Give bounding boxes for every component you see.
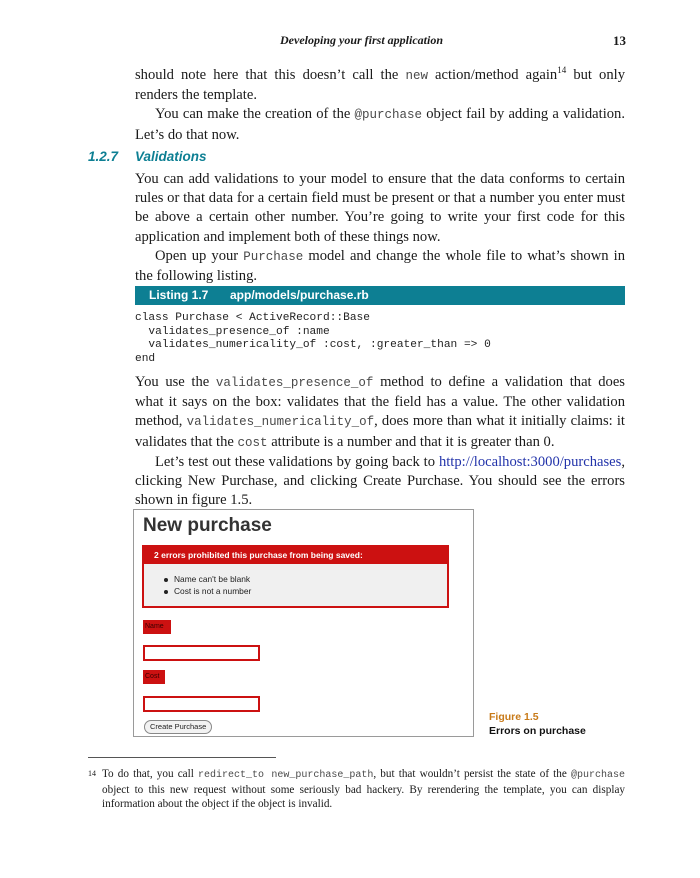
footnote: 14 To do that, you call redirect_to new_…	[88, 767, 625, 812]
paragraph-render-note: should note here that this doesn’t call …	[135, 65, 626, 104]
intro-paragraphs: should note here that this doesn’t call …	[135, 66, 625, 145]
section-heading: 1.2.7 Validations	[88, 148, 628, 168]
running-head-title: Developing your first application	[280, 33, 443, 47]
figure-caption: Figure 1.5 Errors on purchase	[489, 710, 586, 738]
error-explanation-box: 2 errors prohibited this purchase from b…	[142, 545, 449, 608]
name-input[interactable]	[143, 645, 260, 661]
footnote-mark: 14	[88, 769, 96, 778]
explanation-paragraphs: You use the validates_presence_of method…	[135, 373, 625, 510]
figure-caption-number: Figure 1.5	[489, 711, 539, 723]
inline-code-presence: validates_presence_of	[215, 376, 374, 390]
error-list: Name can't be blank Cost is not a number	[163, 573, 252, 597]
section-title: Validations	[135, 149, 207, 164]
figure-caption-text: Errors on purchase	[489, 725, 586, 737]
code-line: validates_numericality_of :cost, :greate…	[135, 339, 491, 352]
figure-screenshot: New purchase 2 errors prohibited this pu…	[133, 509, 474, 737]
code-line: end	[135, 352, 156, 365]
inline-code-purchase: @purchase	[354, 108, 423, 123]
footnote-ref: 14	[557, 65, 567, 76]
create-purchase-button[interactable]: Create Purchase	[144, 720, 213, 734]
inline-code-model: Purchase	[243, 249, 304, 264]
code-line: validates_presence_of :name	[135, 325, 330, 338]
paragraph-methods: You use the validates_presence_of method…	[135, 374, 625, 450]
inline-code-numericality: validates_numericality_of	[186, 415, 375, 430]
inline-code-redirect: redirect_to new_purchase_path	[198, 770, 374, 781]
listing-path: app/models/purchase.rb	[230, 288, 369, 302]
listing-caption-bar: Listing 1.7 app/models/purchase.rb	[135, 286, 625, 305]
name-label: Name	[143, 620, 171, 634]
page-number: 13	[613, 33, 626, 48]
purchases-link[interactable]: http://localhost:3000/purchases	[439, 454, 621, 470]
error-item: Cost is not a number	[163, 586, 252, 596]
error-item: Name can't be blank	[163, 574, 251, 584]
footnote-divider	[88, 757, 276, 758]
section-number: 1.2.7	[88, 149, 119, 164]
inline-code-new: new	[405, 69, 428, 83]
paragraph-test: Let’s test out these validations by goin…	[135, 453, 625, 509]
code-listing: class Purchase < ActiveRecord::Base vali…	[135, 312, 625, 366]
running-head: Developing your first application 13	[270, 33, 626, 51]
paragraph-open-model: Open up your Purchase model and change t…	[135, 247, 625, 285]
listing-label: Listing 1.7	[149, 288, 209, 302]
validations-paragraphs: You can add validations to your model to…	[135, 170, 625, 286]
error-header: 2 errors prohibited this purchase from b…	[144, 547, 447, 564]
figure-heading: New purchase	[143, 515, 272, 536]
paragraph-validations: You can add validations to your model to…	[135, 171, 625, 245]
cost-label: Cost	[143, 670, 165, 684]
code-line: class Purchase < ActiveRecord::Base	[135, 312, 370, 324]
inline-code-cost: cost	[237, 435, 268, 450]
paragraph-validation-intro: You can make the creation of the @purcha…	[135, 106, 626, 143]
footnote-text: To do that, you call redirect_to new_pur…	[102, 768, 625, 811]
cost-input[interactable]	[143, 696, 260, 712]
inline-code-purchase-ivar: @purchase	[570, 770, 625, 781]
